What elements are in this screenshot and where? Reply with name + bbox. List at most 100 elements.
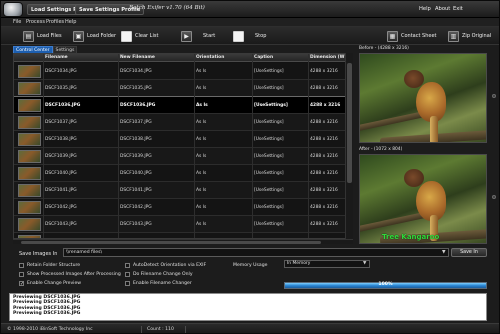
thumbnail-image: [18, 150, 41, 163]
enable-change-preview-checkbox[interactable]: ✓ Enable Change Preview: [19, 281, 82, 287]
table-row[interactable]: DSCF1042.JPG DSCF1042.JPG As Is [UseSetting…: [14, 199, 352, 216]
zip-original-button[interactable]: ▥ Zip Original: [448, 30, 491, 42]
cell-filename: DSCF1035.JPG: [45, 86, 77, 91]
table-row[interactable]: DSCF1040.JPG DSCF1040.JPG As Is [UseSetting…: [14, 165, 352, 182]
load-files-button[interactable]: ▤ Load Files: [23, 30, 62, 42]
clear-list-button[interactable]: Clear List: [121, 30, 158, 42]
cell-dimension: 4288 x 3216: [310, 171, 338, 176]
checkbox-box[interactable]: [19, 263, 24, 268]
stop-button[interactable]: Stop: [233, 30, 266, 42]
checkbox-box[interactable]: [19, 272, 24, 277]
menu-file[interactable]: File: [13, 19, 21, 25]
menu-bar: File Process Profiles Help: [1, 18, 499, 27]
exit-link[interactable]: Exit: [453, 6, 463, 12]
help-link[interactable]: Help: [419, 6, 431, 12]
cell-dimension: 4288 x 3216: [310, 120, 338, 125]
cell-new-filename: DSCF1038.JPG: [120, 137, 152, 142]
checkbox-box[interactable]: [125, 272, 130, 277]
cell-filename: DSCF1043.JPG: [45, 222, 77, 227]
cell-filename: DSCF1040.JPG: [45, 171, 77, 176]
enable-filename-changer-checkbox[interactable]: Enable Filename Changer: [125, 281, 192, 286]
checkmark-icon[interactable]: ✓: [19, 281, 24, 287]
play-icon: ▶: [181, 30, 192, 42]
cell-new-filename: DSCF1042.JPG: [120, 205, 152, 210]
menu-process[interactable]: Process: [26, 19, 45, 25]
scrollbar-thumb[interactable]: [21, 241, 321, 244]
retain-folder-structure-checkbox[interactable]: Retain Folder Structure: [19, 263, 80, 268]
column-divider: [194, 54, 195, 238]
table-row[interactable]: DSCF1037.JPG DSCF1037.JPG As Is [UseSetting…: [14, 114, 352, 131]
table-row[interactable]: DSCF1034.JPG DSCF1034.JPG As Is [UseSetting…: [14, 63, 352, 80]
cell-new-filename: DSCF1035.JPG: [120, 86, 152, 91]
cell-new-filename: DSCF1036.JPG: [120, 103, 156, 108]
column-header-caption[interactable]: Caption: [254, 55, 273, 60]
chevron-down-icon[interactable]: ▼: [363, 261, 366, 266]
option-label: Enable Change Preview: [27, 281, 82, 286]
load-folder-label: Load Folder: [87, 33, 117, 39]
title-bar: Load Settings Profile Save Settings Prof…: [1, 1, 499, 18]
cell-orientation: As Is: [196, 137, 207, 142]
cell-dimension: 4288 x 3216: [310, 137, 338, 142]
progress-bar: 100%: [284, 282, 487, 289]
toolbar: ▤ Load Files ▣ Load Folder Clear List ▶ …: [1, 27, 499, 45]
menu-help[interactable]: Help: [65, 19, 76, 25]
option-label: Enable Filename Changer: [133, 281, 192, 286]
cell-dimension: 4288 x 3216: [310, 86, 338, 91]
log-panel[interactable]: Previewing DSCF1036.JPG Previewing DSCF10…: [9, 293, 487, 321]
cell-orientation: As Is: [196, 120, 207, 125]
preview-splitter-handle[interactable]: [492, 94, 496, 98]
cell-new-filename: DSCF1039.JPG: [120, 154, 152, 159]
column-header-orientation[interactable]: Orientation: [196, 55, 224, 60]
checkbox-box[interactable]: [125, 263, 130, 268]
filename-change-only-checkbox[interactable]: Do Filename Change Only: [125, 272, 193, 277]
cell-caption: [UseSettings]: [254, 86, 284, 91]
tab-settings[interactable]: Settings: [52, 46, 78, 53]
save-in-button[interactable]: Save In: [451, 248, 487, 257]
grid-vertical-scrollbar[interactable]: [345, 53, 353, 239]
grid-horizontal-scrollbar[interactable]: [13, 239, 353, 244]
column-divider: [118, 54, 119, 238]
thumbnail-image: [18, 99, 41, 112]
table-row[interactable]: DSCF1041.JPG DSCF1041.JPG As Is [UseSetting…: [14, 182, 352, 199]
autodetect-orientation-checkbox[interactable]: AutoDetect Orientation via EXIF: [125, 263, 206, 268]
menu-profiles[interactable]: Profiles: [46, 19, 64, 25]
chevron-down-icon[interactable]: ▼: [442, 250, 446, 255]
column-header-filename[interactable]: Filename: [45, 55, 68, 60]
column-divider: [252, 54, 253, 238]
after-preview-label: After - (1072 x 804): [359, 147, 403, 152]
show-processed-images-checkbox[interactable]: Show Processed Images After Processing: [19, 272, 121, 277]
preview-splitter-handle[interactable]: [492, 195, 496, 199]
contact-sheet-button[interactable]: ▦ Contact Sheet: [387, 30, 437, 42]
clear-list-label: Clear List: [135, 33, 159, 39]
cell-caption: [UseSettings]: [254, 120, 284, 125]
cell-filename: DSCF1042.JPG: [45, 205, 77, 210]
scrollbar-thumb[interactable]: [347, 63, 352, 183]
cell-caption: [UseSettings]: [254, 103, 288, 108]
checkbox-box[interactable]: [125, 281, 130, 286]
cell-caption: [UseSettings]: [254, 188, 284, 193]
column-header-new-filename[interactable]: New Filename: [120, 55, 155, 60]
cell-caption: [UseSettings]: [254, 137, 284, 142]
cell-dimension: 4288 x 3216: [310, 205, 338, 210]
folder-icon: ▣: [73, 30, 84, 42]
column-divider: [308, 54, 309, 238]
table-row[interactable]: DSCF1038.JPG DSCF1038.JPG As Is [UseSetting…: [14, 131, 352, 148]
cell-new-filename: DSCF1043.JPG: [120, 222, 152, 227]
grid-header: Filename New Filename Orientation Captio…: [14, 54, 352, 62]
cell-dimension: 4288 x 3216: [310, 103, 341, 108]
start-button[interactable]: ▶ Start: [181, 30, 215, 42]
save-path-input[interactable]: \\renamed files\: [63, 248, 449, 257]
tab-control-center[interactable]: Control Center: [13, 46, 53, 53]
load-folder-button[interactable]: ▣ Load Folder: [73, 30, 116, 42]
table-row[interactable]: DSCF1035.JPG DSCF1035.JPG As Is [UseSetting…: [14, 80, 352, 97]
cell-orientation: As Is: [196, 86, 207, 91]
column-header-dimension[interactable]: Dimension (W x: [310, 55, 349, 60]
table-row[interactable]: DSCF1043.JPG DSCF1043.JPG As Is [UseSetting…: [14, 216, 352, 233]
table-row[interactable]: DSCF1036.JPG DSCF1036.JPG As Is [UseSetting…: [14, 96, 352, 115]
thumbnail-image: [18, 82, 41, 95]
about-link[interactable]: About: [435, 6, 450, 12]
cell-orientation: As Is: [196, 205, 207, 210]
app-menu-orb-icon[interactable]: [3, 2, 23, 17]
memory-usage-select[interactable]: In Memory: [284, 260, 370, 268]
table-row[interactable]: DSCF1039.JPG DSCF1039.JPG As Is [UseSetting…: [14, 148, 352, 165]
